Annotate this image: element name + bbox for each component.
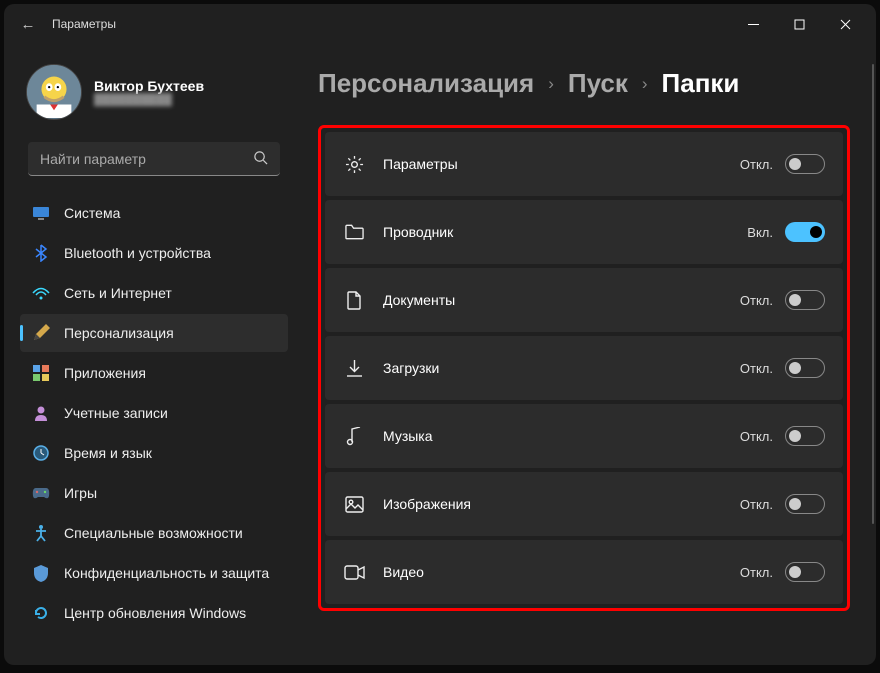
nav-list: Система Bluetooth и устройства Сеть и Ин… [12, 194, 296, 634]
download-icon [343, 359, 365, 377]
settings-window: ← Параметры [4, 4, 876, 665]
accounts-icon [32, 404, 50, 422]
breadcrumb-level3: Папки [662, 68, 740, 99]
image-icon [343, 496, 365, 513]
personalization-icon [32, 324, 50, 342]
sidebar: Виктор Бухтеев ██████████ Система Blueto… [4, 44, 304, 665]
chevron-right-icon: › [642, 74, 648, 94]
breadcrumb-level2[interactable]: Пуск [568, 68, 628, 99]
folder-row-pictures: Изображения Откл. [325, 472, 843, 536]
window-controls [730, 8, 868, 40]
sidebar-item-label: Игры [64, 485, 97, 501]
chevron-right-icon: › [548, 74, 554, 94]
toggle-downloads[interactable] [785, 358, 825, 378]
sidebar-item-time[interactable]: Время и язык [20, 434, 288, 472]
folder-label: Видео [383, 564, 740, 580]
content: Виктор Бухтеев ██████████ Система Blueto… [4, 44, 876, 665]
folder-row-settings: Параметры Откл. [325, 132, 843, 196]
titlebar: ← Параметры [4, 4, 876, 44]
toggle-music[interactable] [785, 426, 825, 446]
sidebar-item-accounts[interactable]: Учетные записи [20, 394, 288, 432]
avatar [26, 64, 82, 120]
sidebar-item-label: Bluetooth и устройства [64, 245, 211, 261]
video-icon [343, 565, 365, 580]
folder-label: Проводник [383, 224, 747, 240]
apps-icon [32, 364, 50, 382]
sidebar-item-label: Сеть и Интернет [64, 285, 172, 301]
sidebar-item-network[interactable]: Сеть и Интернет [20, 274, 288, 312]
close-button[interactable] [822, 8, 868, 40]
sidebar-item-label: Система [64, 205, 120, 221]
app-title: Параметры [52, 17, 116, 31]
search-input[interactable] [40, 151, 253, 167]
toggle-state-label: Откл. [740, 157, 773, 172]
toggle-state-label: Откл. [740, 565, 773, 580]
account-text: Виктор Бухтеев ██████████ [94, 78, 204, 106]
breadcrumb: Персонализация › Пуск › Папки [318, 68, 850, 99]
folder-row-music: Музыка Откл. [325, 404, 843, 468]
gaming-icon [32, 484, 50, 502]
network-icon [32, 284, 50, 302]
sidebar-item-bluetooth[interactable]: Bluetooth и устройства [20, 234, 288, 272]
sidebar-item-label: Специальные возможности [64, 525, 243, 541]
toggle-settings[interactable] [785, 154, 825, 174]
folder-row-videos: Видео Откл. [325, 540, 843, 604]
folder-row-documents: Документы Откл. [325, 268, 843, 332]
folder-row-downloads: Загрузки Откл. [325, 336, 843, 400]
toggle-state-label: Откл. [740, 293, 773, 308]
sidebar-item-label: Конфиденциальность и защита [64, 565, 269, 581]
back-button[interactable]: ← [12, 8, 44, 40]
scrollbar[interactable] [872, 64, 874, 524]
folder-icon [343, 224, 365, 240]
account-block[interactable]: Виктор Бухтеев ██████████ [12, 44, 296, 138]
search-icon [253, 150, 268, 168]
music-icon [343, 427, 365, 446]
toggle-state-label: Откл. [740, 497, 773, 512]
folders-list: Параметры Откл. Проводник Вкл. Документы… [318, 125, 850, 611]
sidebar-item-privacy[interactable]: Конфиденциальность и защита [20, 554, 288, 592]
system-icon [32, 204, 50, 222]
folder-label: Музыка [383, 428, 740, 444]
sidebar-item-gaming[interactable]: Игры [20, 474, 288, 512]
sidebar-item-label: Приложения [64, 365, 146, 381]
toggle-state-label: Вкл. [747, 225, 773, 240]
sidebar-item-label: Персонализация [64, 325, 174, 341]
toggle-documents[interactable] [785, 290, 825, 310]
time-icon [32, 444, 50, 462]
toggle-state-label: Откл. [740, 429, 773, 444]
sidebar-item-system[interactable]: Система [20, 194, 288, 232]
maximize-button[interactable] [776, 8, 822, 40]
folder-label: Изображения [383, 496, 740, 512]
folder-label: Загрузки [383, 360, 740, 376]
sidebar-item-accessibility[interactable]: Специальные возможности [20, 514, 288, 552]
toggle-state-label: Откл. [740, 361, 773, 376]
toggle-videos[interactable] [785, 562, 825, 582]
bluetooth-icon [32, 244, 50, 262]
document-icon [343, 291, 365, 310]
minimize-button[interactable] [730, 8, 776, 40]
account-email: ██████████ [94, 94, 204, 106]
breadcrumb-level1[interactable]: Персонализация [318, 68, 534, 99]
sidebar-item-update[interactable]: Центр обновления Windows [20, 594, 288, 632]
toggle-pictures[interactable] [785, 494, 825, 514]
search-box[interactable] [28, 142, 280, 176]
folder-label: Параметры [383, 156, 740, 172]
sidebar-item-personalization[interactable]: Персонализация [20, 314, 288, 352]
account-name: Виктор Бухтеев [94, 78, 204, 94]
sidebar-item-label: Центр обновления Windows [64, 605, 246, 621]
privacy-icon [32, 564, 50, 582]
accessibility-icon [32, 524, 50, 542]
sidebar-item-label: Время и язык [64, 445, 152, 461]
sidebar-item-apps[interactable]: Приложения [20, 354, 288, 392]
update-icon [32, 604, 50, 622]
toggle-explorer[interactable] [785, 222, 825, 242]
main-panel: Персонализация › Пуск › Папки Параметры … [304, 44, 876, 665]
sidebar-item-label: Учетные записи [64, 405, 168, 421]
gear-icon [343, 155, 365, 174]
folder-row-explorer: Проводник Вкл. [325, 200, 843, 264]
folder-label: Документы [383, 292, 740, 308]
